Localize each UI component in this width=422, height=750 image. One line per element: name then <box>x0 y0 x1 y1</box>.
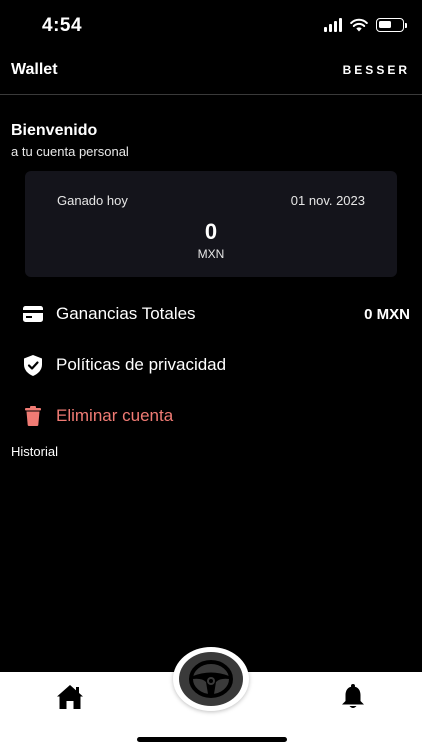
earnings-amount: 0 <box>204 219 218 244</box>
shield-check-icon <box>22 354 44 376</box>
total-earnings-label: Ganancias Totales <box>56 304 196 323</box>
wifi-icon <box>350 18 368 32</box>
battery-icon <box>376 18 407 32</box>
earnings-label: Ganado hoy <box>57 193 128 208</box>
bell-icon <box>342 684 364 708</box>
status-bar: 4:54 <box>0 0 422 50</box>
center-drive-button[interactable] <box>173 647 249 711</box>
history-heading: Historial <box>11 444 58 459</box>
earnings-date: 01 nov. 2023 <box>290 193 365 208</box>
status-time: 4:54 <box>42 15 83 36</box>
tab-notifications[interactable] <box>339 683 367 711</box>
privacy-policy-label: Políticas de privacidad <box>56 355 227 374</box>
tab-home[interactable] <box>56 684 84 710</box>
center-drive-button-inner <box>179 652 243 706</box>
earnings-currency: MXN <box>197 247 225 261</box>
home-indicator <box>137 737 287 742</box>
menu-item-delete-account[interactable]: Eliminar cuenta <box>22 401 410 431</box>
credit-card-icon <box>22 303 44 325</box>
total-earnings-value: 0 MXN <box>364 305 410 323</box>
menu-item-total-earnings[interactable]: Ganancias Totales 0 MXN <box>22 299 410 329</box>
steering-wheel-icon <box>189 660 233 698</box>
home-icon <box>57 685 83 709</box>
brand-logo: BESSER <box>342 63 410 77</box>
welcome-subtitle: a tu cuenta personal <box>11 144 129 159</box>
menu-item-privacy-policy[interactable]: Políticas de privacidad <box>22 350 410 380</box>
earnings-card: Ganado hoy 01 nov. 2023 0 MXN <box>25 171 397 277</box>
status-icons <box>324 18 407 32</box>
welcome-title: Bienvenido <box>11 122 98 139</box>
welcome-section: Bienvenido a tu cuenta personal <box>11 122 129 159</box>
cellular-signal-icon <box>324 18 342 32</box>
page-title: Wallet <box>11 61 58 78</box>
trash-icon <box>22 405 44 427</box>
app-header: Wallet BESSER <box>0 50 422 95</box>
delete-account-label: Eliminar cuenta <box>56 406 174 425</box>
